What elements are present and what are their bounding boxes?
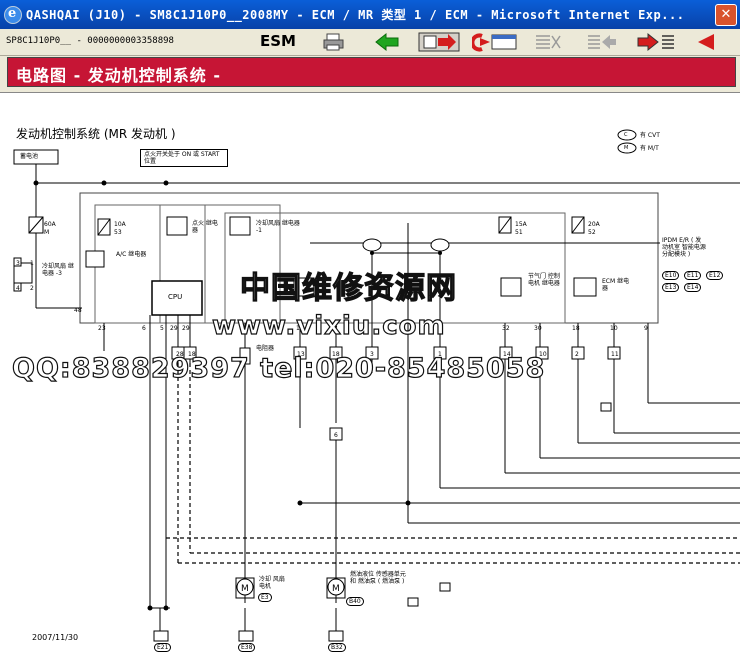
svg-text:4: 4: [16, 285, 20, 292]
diagram-date: 2007/11/30: [32, 633, 79, 642]
svg-text:18: 18: [572, 325, 580, 332]
fuse-60a-label: 60A: [44, 221, 56, 228]
motor-connector-b40: B40: [346, 597, 364, 606]
svg-text:3: 3: [16, 260, 20, 267]
svg-text:48: 48: [74, 307, 82, 314]
battery-label: 蓄电池: [20, 153, 39, 160]
svg-text:6: 6: [334, 432, 338, 439]
cpu-label: CPU: [168, 293, 183, 301]
svg-text:11: 11: [611, 351, 619, 358]
watermark-line-2: www.vixiu.com: [211, 310, 446, 341]
svg-text:32: 32: [502, 325, 510, 332]
print-icon[interactable]: [322, 32, 346, 52]
legend-mt-mark: M: [624, 145, 629, 151]
fuse-15a-label: 15A: [515, 221, 527, 228]
ipdm-connector-e11: E11: [684, 271, 702, 280]
window-title-bar: e QASHQAI (J10) - SM8C1J10P0__2008MY - E…: [0, 0, 740, 29]
ignition-note: 点火开关处于 ON 或 START 位置: [140, 149, 228, 167]
svg-text:9: 9: [644, 325, 648, 332]
svg-text:2: 2: [30, 285, 34, 292]
open-link-icon[interactable]: [418, 32, 460, 52]
ground-connector-e38: E38: [238, 643, 256, 652]
page-header: 电路图 - 发动机控制系统 -: [7, 57, 736, 87]
watermark-line-1: 中国维修资源网: [239, 270, 457, 306]
ac-relay-label: A/C 继电器: [116, 251, 147, 258]
ground-connector-b32: B32: [328, 643, 346, 652]
ipdm-connector-e13: E13: [662, 283, 680, 292]
ecm-relay-label: ECM 继电器: [602, 278, 630, 292]
fuse-15a-id: 51: [515, 229, 523, 236]
svg-text:29: 29: [170, 325, 178, 332]
first-page-icon[interactable]: [532, 32, 564, 52]
fuse-10a-id: 53: [114, 229, 122, 236]
cooling-fan-motor-label: 冷却 风扇电机: [259, 576, 285, 590]
fuse-10a-label: 10A: [114, 221, 126, 228]
fuse-20a-label: 20A: [588, 221, 600, 228]
cooling-fan-relay-3-label: 冷却风扇 继电器 -3: [42, 263, 74, 277]
close-button[interactable]: ✕: [715, 4, 737, 26]
toolbar: SP8C1J10P0__ - 0000000003358898 ESM: [0, 29, 740, 56]
ipdm-label: IPDM E/R ( 发动机室 智能电源 分配模块 ): [662, 237, 706, 258]
next-page-icon[interactable]: [636, 32, 676, 52]
svg-text:2: 2: [575, 351, 579, 358]
svg-text:1: 1: [30, 260, 34, 267]
internet-explorer-icon: e: [4, 6, 22, 24]
legend-cvt: 有 CVT: [640, 132, 660, 139]
throttle-relay-label: 节气门 控制电机 继电器: [528, 273, 560, 287]
svg-text:29: 29: [182, 325, 190, 332]
previous-page-icon[interactable]: [584, 32, 618, 52]
page-title: 电路图 - 发动机控制系统 -: [16, 66, 221, 85]
svg-text:5: 5: [160, 325, 164, 332]
fuse-60a-id: M: [44, 229, 50, 236]
ipdm-connector-e12: E12: [706, 271, 724, 280]
back-arrow-icon[interactable]: [374, 32, 400, 52]
esm-button[interactable]: ESM: [260, 32, 296, 52]
svg-text:10: 10: [610, 325, 618, 332]
return-link-icon[interactable]: [472, 32, 520, 52]
svg-text:23: 23: [98, 325, 106, 332]
svg-text:30: 30: [534, 325, 542, 332]
ipdm-connector-e10: E10: [662, 271, 680, 280]
motor-connector-e3: E3: [258, 593, 272, 602]
watermark-line-3: QQ:838829397 tel:020-85485058: [11, 352, 546, 384]
window-title: QASHQAI (J10) - SM8C1J10P0__2008MY - ECM…: [26, 8, 685, 22]
ground-connector-e21: E21: [154, 643, 172, 652]
legend-mt: 有 M/T: [640, 145, 659, 152]
legend-cvt-mark: C: [624, 132, 628, 138]
previous-arrow-icon[interactable]: [696, 32, 718, 52]
ignition-relay-label: 点火 继电器: [192, 220, 218, 234]
wiring-diagram-area: 发动机控制系统 (MR 发动机 ) M M 23 6 5 29 29 48 13…: [0, 92, 740, 659]
ipdm-connector-e14: E14: [684, 283, 702, 292]
svg-text:M: M: [332, 584, 340, 594]
fuel-pump-label: 燃油液位 传感器单元和 燃油泵 ( 燃油泵 ): [350, 571, 406, 585]
svg-text:M: M: [241, 584, 249, 594]
resistor-label: 电阻器: [256, 345, 275, 352]
svg-text:6: 6: [142, 325, 146, 332]
document-id: SP8C1J10P0__ - 0000000003358898: [6, 36, 174, 46]
fuse-20a-id: 52: [588, 229, 596, 236]
cooling-fan-relay-1-label: 冷却风扇 继电器 -1: [256, 220, 300, 234]
